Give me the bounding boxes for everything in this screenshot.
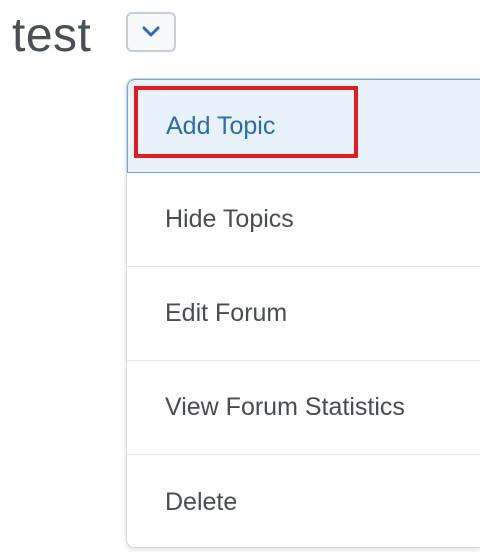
context-menu-toggle-button[interactable] <box>126 12 176 52</box>
menu-item-label: Hide Topics <box>165 205 294 233</box>
menu-item-hide-topics[interactable]: Hide Topics <box>127 173 480 267</box>
menu-item-view-forum-statistics[interactable]: View Forum Statistics <box>127 361 480 455</box>
forum-title: test <box>12 9 92 62</box>
menu-item-label: Edit Forum <box>165 299 288 327</box>
forum-header-area: test Add Topic Hide Topics Edit Forum Vi… <box>0 0 480 552</box>
context-menu: Add Topic Hide Topics Edit Forum View Fo… <box>126 78 480 548</box>
menu-item-label: Add Topic <box>166 111 276 140</box>
menu-item-delete[interactable]: Delete <box>127 455 480 547</box>
menu-item-edit-forum[interactable]: Edit Forum <box>127 267 480 361</box>
menu-item-add-topic[interactable]: Add Topic <box>127 79 480 173</box>
menu-item-label: Delete <box>165 487 238 516</box>
menu-item-label: View Forum Statistics <box>165 393 405 421</box>
chevron-down-icon <box>142 26 160 37</box>
